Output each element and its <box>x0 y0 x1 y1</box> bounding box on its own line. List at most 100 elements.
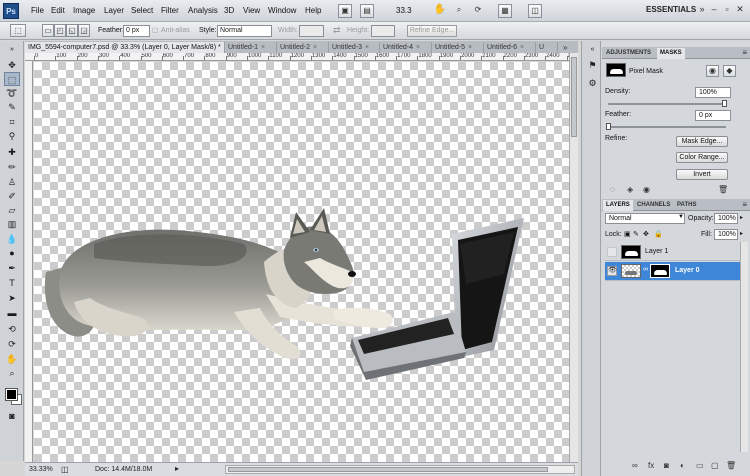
spot-healing-tool-icon[interactable]: ✚ <box>4 145 20 159</box>
menu-file[interactable]: File <box>31 6 44 15</box>
tab-untitled-5[interactable]: Untitled-5 × <box>432 42 484 53</box>
apply-mask-icon[interactable]: ◈ <box>627 185 633 194</box>
menu-analysis[interactable]: Analysis <box>188 6 218 15</box>
quick-selection-tool-icon[interactable]: ✎ <box>4 100 20 114</box>
lock-transparency-icon[interactable]: ▣ <box>624 230 631 238</box>
layer-style-icon[interactable]: fx <box>648 461 654 470</box>
eyedropper-tool-icon[interactable]: ⚲ <box>4 129 20 143</box>
tab-untitled-6[interactable]: Untitled-6 × <box>484 42 536 53</box>
antialias-checkbox[interactable]: ☐ <box>152 27 158 35</box>
collapse-toolbox-icon[interactable]: » <box>4 43 20 57</box>
new-group-icon[interactable]: ▭ <box>696 461 704 470</box>
mask-edge-button[interactable]: Mask Edge... <box>676 136 728 147</box>
close-tab-icon[interactable]: × <box>468 44 472 51</box>
close-icon[interactable]: ✕ <box>734 4 746 16</box>
style-select[interactable]: Normal <box>217 25 272 37</box>
chevron-down-icon[interactable]: ▼ <box>678 214 684 220</box>
layer-row-layer-0[interactable]: 👁 ∞ Layer 0 <box>605 262 740 281</box>
tab-masks[interactable]: MASKS <box>657 48 685 59</box>
density-slider-track[interactable] <box>608 103 726 105</box>
close-tab-icon[interactable]: × <box>416 44 420 51</box>
layers-scrollbar[interactable] <box>740 242 748 452</box>
delete-layer-icon[interactable]: 🗑 <box>726 461 736 470</box>
3d-orbit-tool-icon[interactable]: ⟳ <box>4 337 20 351</box>
actions-panel-icon[interactable]: ⚙ <box>586 77 599 90</box>
eraser-tool-icon[interactable]: ▱ <box>4 203 20 217</box>
tab-untitled-4[interactable]: Untitled-4 × <box>380 42 432 53</box>
refine-edge-button[interactable]: Refine Edge... <box>407 25 457 37</box>
tab-channels[interactable]: CHANNELS <box>634 200 673 211</box>
tab-layers[interactable]: LAYERS <box>603 200 633 211</box>
horizontal-scrollbar[interactable] <box>225 465 575 474</box>
opacity-arrow-icon[interactable]: ▸ <box>740 214 743 221</box>
dodge-tool-icon[interactable]: ● <box>4 246 20 260</box>
zoom-tool-icon[interactable]: ⌕ <box>4 366 20 380</box>
panel-menu-icon[interactable]: ≡ <box>742 48 747 57</box>
menu-3d[interactable]: 3D <box>224 6 234 15</box>
chain-link-icon[interactable]: ∞ <box>643 266 648 273</box>
height-field[interactable] <box>371 25 395 37</box>
invert-button[interactable]: Invert <box>676 169 728 180</box>
status-info-icon[interactable]: ◫ <box>61 465 69 474</box>
status-menu-arrow-icon[interactable]: ▸ <box>175 464 179 473</box>
color-range-button[interactable]: Color Range... <box>676 152 728 163</box>
eye-icon[interactable]: 👁 <box>607 266 617 276</box>
close-tab-icon[interactable]: × <box>365 44 369 51</box>
tab-adjustments[interactable]: ADJUSTMENTS <box>603 48 654 59</box>
menu-layer[interactable]: Layer <box>104 6 124 15</box>
pixel-mask-icon[interactable]: ◉ <box>706 65 719 77</box>
menu-window[interactable]: Window <box>268 6 296 15</box>
subtract-selection-icon[interactable]: ◱ <box>66 24 78 37</box>
history-brush-tool-icon[interactable]: ✐ <box>4 189 20 203</box>
history-panel-icon[interactable]: ⚑ <box>586 59 599 72</box>
panel-menu-icon[interactable]: ≡ <box>742 200 747 209</box>
collapse-dock-icon[interactable]: « <box>586 43 599 56</box>
lasso-tool-icon[interactable]: ➰ <box>4 86 20 100</box>
maximize-icon[interactable]: ▫ <box>721 4 733 16</box>
tab-untitled-2[interactable]: Untitled-2 × <box>277 42 329 53</box>
expand-icon[interactable]: » <box>696 4 708 16</box>
zoom-status[interactable]: 33.33% <box>29 466 53 473</box>
hand-tool-icon[interactable]: ✋ <box>4 352 20 366</box>
arrange-documents-icon[interactable]: ▦ <box>498 4 512 18</box>
add-selection-icon[interactable]: ◰ <box>54 24 66 37</box>
menu-filter[interactable]: Filter <box>161 6 179 15</box>
tab-paths[interactable]: PATHS <box>674 200 699 211</box>
feather-slider-track[interactable] <box>608 126 726 128</box>
minimize-icon[interactable]: – <box>708 4 720 16</box>
blur-tool-icon[interactable]: 💧 <box>4 232 20 246</box>
canvas[interactable] <box>34 62 569 462</box>
load-selection-icon[interactable]: ◌ <box>610 185 615 194</box>
workspace-switcher[interactable]: ESSENTIALS <box>646 5 696 14</box>
close-tab-icon[interactable]: × <box>520 44 524 51</box>
menu-view[interactable]: View <box>243 6 260 15</box>
link-layers-icon[interactable]: ∞ <box>632 461 638 470</box>
delete-mask-icon[interactable]: 🗑 <box>718 185 728 194</box>
fill-field[interactable]: 100% <box>714 229 738 240</box>
menu-help[interactable]: Help <box>305 6 321 15</box>
lock-pixels-icon[interactable]: ✎ <box>633 230 639 238</box>
toggle-mask-icon[interactable]: ◉ <box>643 185 650 194</box>
intersect-selection-icon[interactable]: ◲ <box>78 24 90 37</box>
density-field[interactable]: 100% <box>695 87 731 98</box>
brush-tool-icon[interactable]: ✏ <box>4 160 20 174</box>
add-mask-icon[interactable]: ◙ <box>664 461 669 470</box>
tab-overflow[interactable]: U <box>536 42 558 53</box>
3d-rotate-tool-icon[interactable]: ⟲ <box>4 322 20 336</box>
foreground-color-swatch[interactable] <box>5 388 18 401</box>
feather-field[interactable]: 0 px <box>695 110 731 121</box>
new-selection-icon[interactable]: ▭ <box>42 24 54 37</box>
close-tab-icon[interactable]: × <box>261 44 265 51</box>
quick-mask-icon[interactable]: ◙ <box>4 409 20 423</box>
type-tool-icon[interactable]: T <box>4 276 20 290</box>
shape-tool-icon[interactable]: ▬ <box>4 306 20 320</box>
crop-tool-icon[interactable]: ⌗ <box>4 115 20 129</box>
tab-untitled-1[interactable]: Untitled-1 × <box>225 42 277 53</box>
path-selection-tool-icon[interactable]: ➤ <box>4 291 20 305</box>
lock-position-icon[interactable]: ✥ <box>643 230 649 238</box>
rectangular-marquee-tool-icon[interactable]: ⬚ <box>4 72 20 86</box>
vertical-scrollbar[interactable] <box>569 53 578 462</box>
opacity-field[interactable]: 100% <box>714 213 738 224</box>
feather-field[interactable]: 0 px <box>123 25 150 37</box>
bridge-icon[interactable]: ▣ <box>338 4 352 18</box>
